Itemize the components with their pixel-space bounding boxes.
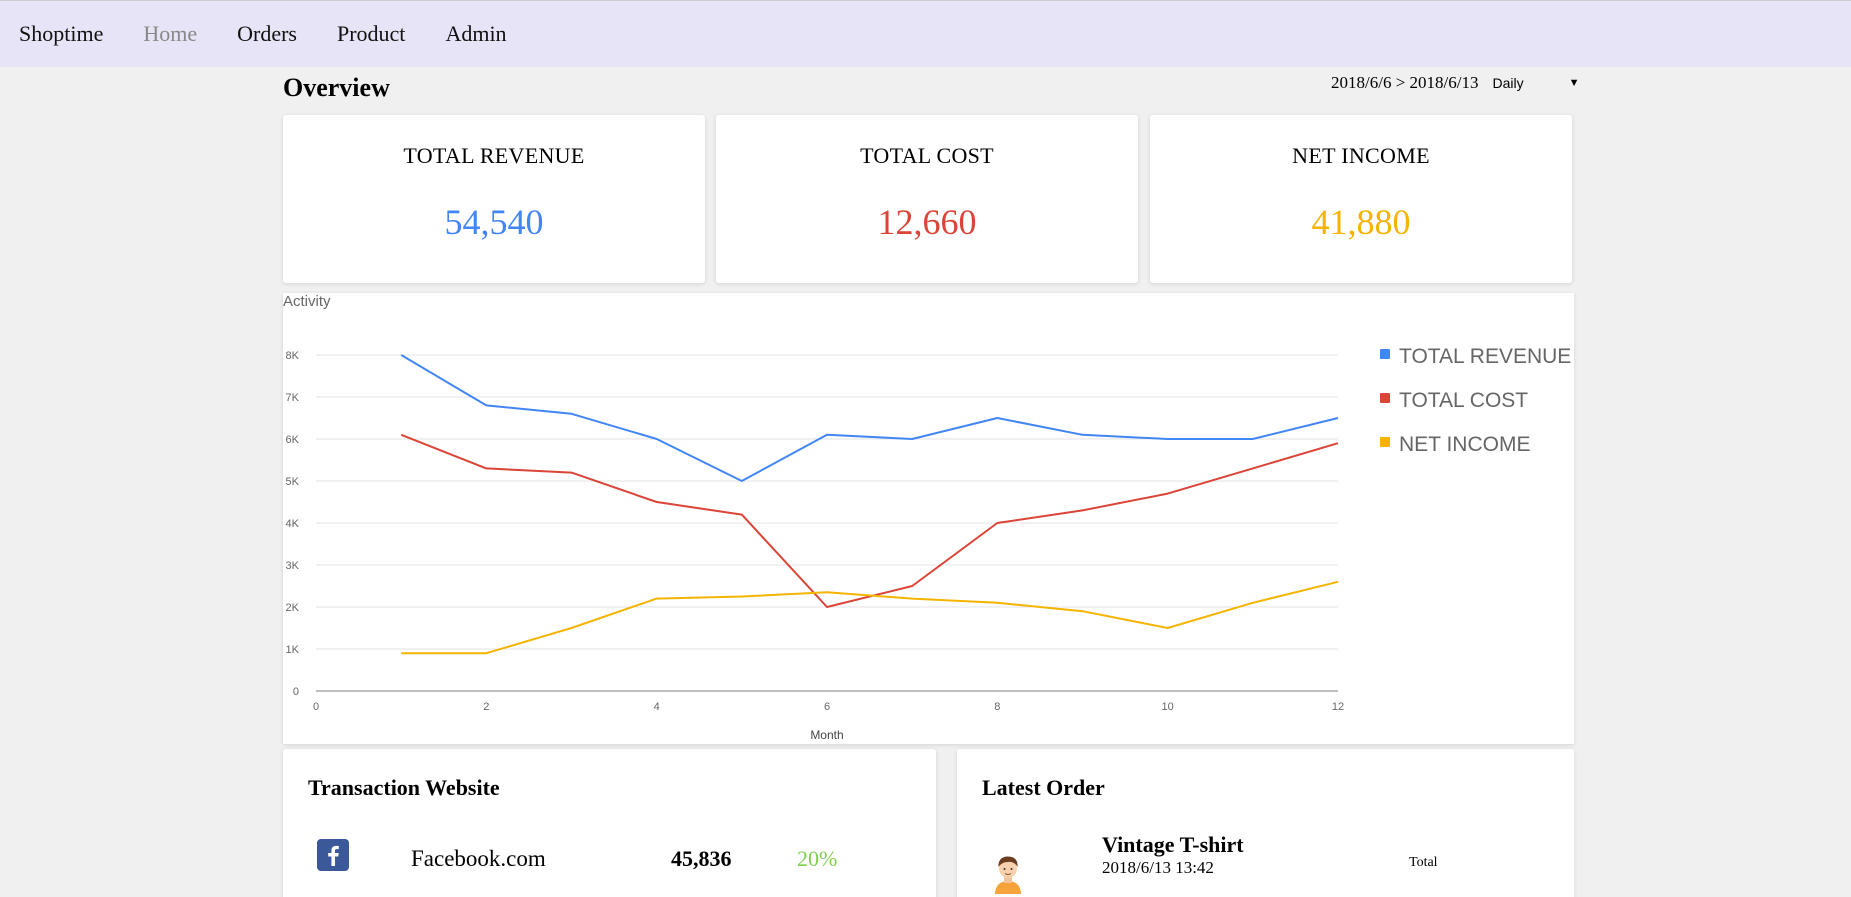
brand-link[interactable]: Shoptime — [19, 21, 103, 47]
dropdown-arrow-icon: ▼ — [1568, 77, 1580, 89]
facebook-icon — [317, 839, 349, 871]
nav-item-orders[interactable]: Orders — [237, 21, 297, 47]
legend-label-net-income: NET INCOME — [1399, 433, 1530, 456]
card-label: TOTAL COST — [860, 143, 994, 168]
page-title: Overview — [283, 73, 390, 102]
transaction-amount: 45,836 — [671, 846, 732, 871]
series-line-total-cost — [400, 433, 1339, 608]
card-value: 54,540 — [444, 202, 544, 242]
y-tick-label: 8K — [286, 350, 300, 362]
legend-swatch-net-income — [1380, 437, 1390, 447]
period-select[interactable]: Daily ▼ — [1492, 75, 1579, 91]
order-product-name: Vintage T-shirt — [1102, 832, 1244, 857]
transaction-website-panel: Transaction Website Facebook.com 45,836 … — [283, 749, 936, 897]
x-tick-label: 2 — [483, 701, 489, 713]
x-tick-label: 6 — [824, 701, 830, 713]
table-row[interactable]: Facebook.com 45,836 20% — [283, 839, 936, 879]
nav-item-admin[interactable]: Admin — [445, 21, 506, 47]
y-tick-label: 6K — [286, 434, 300, 446]
panel-title: Latest Order — [982, 775, 1105, 800]
net-income-card: NET INCOME 41,880 — [1150, 115, 1572, 283]
card-value: 12,660 — [877, 202, 977, 242]
y-tick-label: 4K — [286, 518, 300, 530]
chart-title: Activity — [283, 293, 331, 310]
x-tick-label: 0 — [313, 701, 319, 713]
top-navbar: Shoptime Home Orders Product Admin — [0, 0, 1851, 67]
x-tick-label: 8 — [994, 701, 1000, 713]
activity-line-chart: 0 1K 2K 3K 4K 5K 6K 7K 8K 0 2 4 6 8 10 12 Month TOTAL REV… — [286, 345, 1572, 742]
date-range-text[interactable]: 2018/6/6 > 2018/6/13 — [1331, 73, 1478, 93]
y-tick-label: 1K — [286, 644, 300, 656]
x-tick-label: 12 — [1332, 701, 1344, 713]
y-tick-label: 2K — [286, 602, 300, 614]
y-tick-label: 7K — [286, 392, 300, 404]
nav-item-home[interactable]: Home — [143, 21, 197, 47]
legend-label-total-cost: TOTAL COST — [1399, 389, 1528, 412]
series-line-total-revenue — [400, 354, 1339, 482]
legend-swatch-total-revenue — [1380, 349, 1390, 359]
legend-swatch-total-cost — [1380, 393, 1390, 403]
date-range-picker: 2018/6/6 > 2018/6/13 Daily ▼ — [1331, 73, 1580, 93]
legend-label-total-revenue: TOTAL REVENUE — [1399, 345, 1571, 368]
period-select-value: Daily — [1492, 75, 1524, 91]
transaction-percent: 20% — [797, 846, 838, 871]
site-name: Facebook.com — [411, 846, 546, 871]
activity-chart-panel: 0 1K 2K 3K 4K 5K 6K 7K 8K 0 2 4 6 8 10 12 Month TOTAL REV… — [283, 293, 1574, 744]
x-tick-label: 10 — [1162, 701, 1174, 713]
x-tick-label: 4 — [654, 701, 660, 713]
latest-order-panel: Latest Order Vintage T-shirt 2018/6/13 1… — [957, 749, 1574, 897]
x-axis-label: Month — [810, 728, 843, 742]
order-total-label: Total — [1409, 855, 1438, 870]
card-value: 41,880 — [1311, 202, 1411, 242]
person-avatar-icon — [995, 856, 1021, 894]
card-label: TOTAL REVENUE — [403, 143, 585, 168]
series-line-net-income — [401, 580, 1339, 655]
y-tick-label: 0 — [293, 686, 299, 698]
total-revenue-card: TOTAL REVENUE 54,540 — [283, 115, 705, 283]
nav-item-product[interactable]: Product — [337, 21, 405, 47]
y-tick-label: 5K — [286, 476, 300, 488]
card-label: NET INCOME — [1292, 143, 1430, 168]
total-cost-card: TOTAL COST 12,660 — [716, 115, 1138, 283]
order-timestamp: 2018/6/13 13:42 — [1102, 858, 1214, 877]
y-tick-label: 3K — [286, 560, 300, 572]
panel-title: Transaction Website — [308, 775, 500, 800]
